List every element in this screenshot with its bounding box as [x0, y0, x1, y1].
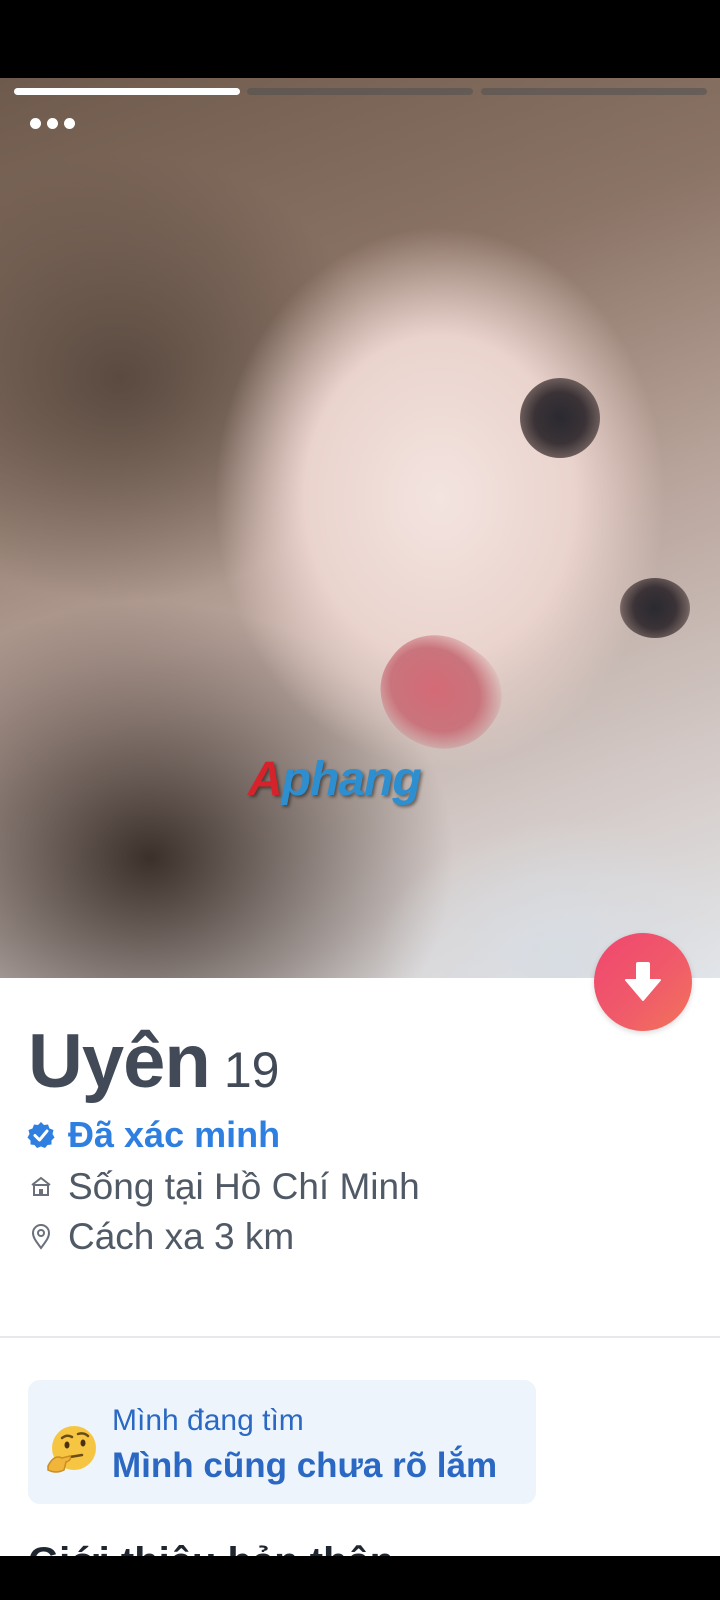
collapse-profile-button[interactable]	[594, 933, 692, 1031]
thinking-face-icon	[47, 1426, 96, 1473]
profile-name: Uyên	[28, 1019, 211, 1104]
name-row: Uyên 19	[28, 1018, 279, 1105]
profile-photo[interactable]	[0, 78, 720, 978]
distance-row: Cách xa 3 km	[26, 1216, 294, 1258]
watermark-logo: Aphang	[248, 753, 422, 806]
verified-row: Đã xác minh	[26, 1114, 280, 1156]
photo-lips	[359, 613, 521, 773]
photo-eye	[520, 378, 600, 458]
section-divider	[0, 1336, 720, 1338]
status-bar	[0, 0, 720, 78]
looking-for-label: Mình đang tìm	[112, 1404, 304, 1437]
photo-progress-segment-2	[247, 88, 473, 95]
photo-eye	[620, 578, 690, 638]
photo-progress-segment-1	[14, 88, 240, 95]
more-dots-icon[interactable]	[30, 118, 75, 129]
profile-age: 19	[223, 1042, 280, 1098]
photo-progress-segment-3	[481, 88, 707, 95]
arrow-down-icon	[625, 962, 661, 1001]
looking-for-value: Mình cũng chưa rõ lắm	[112, 1446, 498, 1485]
lives-in-row: Sống tại Hồ Chí Minh	[26, 1166, 420, 1208]
distance-label: Cách xa 3 km	[68, 1216, 295, 1257]
verified-label: Đã xác minh	[68, 1114, 281, 1155]
home-icon	[26, 1172, 56, 1202]
lives-in-label: Sống tại Hồ Chí Minh	[68, 1166, 420, 1207]
location-pin-icon	[26, 1222, 56, 1252]
navigation-bar	[0, 1556, 720, 1600]
verified-badge-icon	[26, 1120, 56, 1150]
looking-for-card: Mình đang tìm Mình cũng chưa rõ lắm	[28, 1380, 536, 1504]
